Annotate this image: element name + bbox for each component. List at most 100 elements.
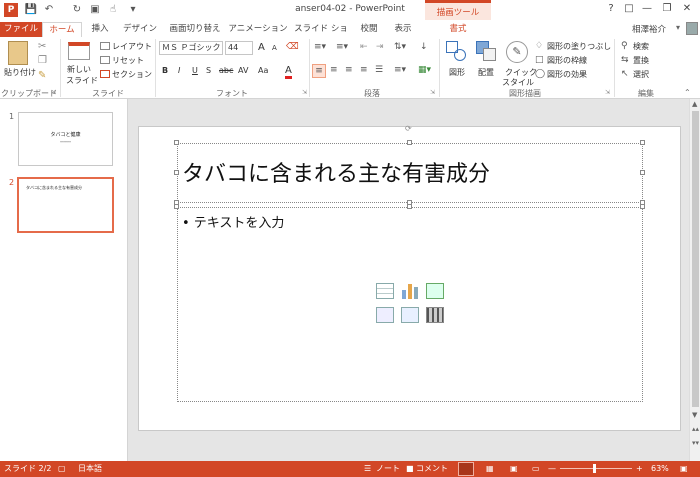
paste-icon[interactable] <box>8 41 28 65</box>
select-icon[interactable]: ↖ <box>621 69 629 79</box>
paste-button-label[interactable]: 貼り付け <box>4 67 36 78</box>
user-name[interactable]: 相澤裕介 <box>632 23 666 35</box>
layout-icon[interactable] <box>100 42 110 50</box>
grow-font-button[interactable]: A <box>258 42 265 53</box>
shapes-icon[interactable] <box>446 41 468 63</box>
quick-styles-icon[interactable]: ✎ <box>506 41 528 63</box>
columns-icon[interactable]: ☰ <box>375 65 383 75</box>
tab-animations[interactable]: アニメーション <box>228 22 288 37</box>
scroll-up-icon[interactable]: ▲ <box>692 100 697 108</box>
resize-handle[interactable] <box>174 204 179 209</box>
new-slide-icon[interactable] <box>68 42 90 60</box>
new-slide-label-1[interactable]: 新しい <box>67 64 91 75</box>
slide-thumbnail-2[interactable]: タバコに含まれる主な有害成分 <box>17 177 114 233</box>
replace-icon[interactable]: ⇆ <box>621 55 629 65</box>
shapes-button[interactable]: 図形 <box>449 67 465 78</box>
next-slide-icon[interactable]: ▾▾ <box>692 439 699 447</box>
slide-title[interactable]: タバコに含まれる主な有害成分 <box>182 156 490 188</box>
tab-transitions[interactable]: 画面切り替え <box>164 22 226 37</box>
content-placeholder[interactable]: • テキストを入力 <box>177 207 643 402</box>
change-case-button[interactable]: Aa <box>258 66 268 75</box>
shape-fill-icon[interactable]: ♢ <box>535 41 543 51</box>
insert-smartart-icon[interactable] <box>426 283 444 299</box>
tab-review[interactable]: 校閲 <box>354 22 384 37</box>
insert-video-icon[interactable] <box>426 307 444 323</box>
restore-icon[interactable]: ❐ <box>660 2 674 16</box>
tab-design[interactable]: デザイン <box>118 22 162 37</box>
insert-picture-icon[interactable] <box>376 307 394 323</box>
tab-slideshow[interactable]: スライド ショー <box>290 22 352 49</box>
ribbon-display-options-icon[interactable]: □ <box>622 2 636 16</box>
slide-sorter-icon[interactable]: ▦ <box>486 463 494 475</box>
tab-file[interactable]: ファイル <box>0 22 42 37</box>
character-spacing-button[interactable]: AV <box>238 66 248 75</box>
rotate-handle-icon[interactable]: ⟳ <box>405 124 412 133</box>
shape-effects-button[interactable]: 図形の効果 <box>547 69 587 80</box>
new-slide-label-2[interactable]: スライド <box>66 75 98 86</box>
scroll-thumb[interactable] <box>692 111 699 407</box>
layout-button[interactable]: レイアウト <box>112 41 152 52</box>
resize-handle[interactable] <box>640 170 645 175</box>
zoom-in-icon[interactable]: + <box>636 463 643 475</box>
strikethrough-button[interactable]: abc <box>219 66 233 75</box>
justify-icon[interactable]: ≡ <box>360 65 368 75</box>
slideshow-icon[interactable]: ▭ <box>532 463 540 475</box>
close-icon[interactable]: ✕ <box>680 2 694 16</box>
font-color-button[interactable]: A <box>285 65 292 79</box>
align-right-icon[interactable]: ≡ <box>345 65 353 75</box>
shape-fill-button[interactable]: 図形の塗りつぶし <box>547 41 611 52</box>
shadow-button[interactable]: S <box>206 66 211 75</box>
paragraph-launcher-icon[interactable]: ⇲ <box>430 89 435 96</box>
notes-button[interactable]: ノート <box>376 463 400 475</box>
bold-button[interactable]: B <box>162 66 168 75</box>
body-text[interactable]: • テキストを入力 <box>182 212 284 231</box>
slide-thumbnail-1[interactable]: タバコと健康 ━━━━━━ <box>18 112 113 166</box>
slide-canvas[interactable]: タバコに含まれる主な有害成分 ⟳ • テキストを入力 <box>138 124 681 431</box>
shape-outline-button[interactable]: 図形の枠線 <box>547 55 587 66</box>
smartart-icon[interactable]: ▦▾ <box>418 65 431 75</box>
previous-slide-icon[interactable]: ▴▴ <box>692 425 699 433</box>
clear-formatting-icon[interactable]: ⌫ <box>286 42 299 52</box>
quick-styles-label-2[interactable]: スタイル <box>502 77 534 88</box>
increase-indent-icon[interactable]: ⇥ <box>376 42 384 52</box>
align-center-icon[interactable]: ≡ <box>330 65 338 75</box>
resize-handle[interactable] <box>640 204 645 209</box>
find-button[interactable]: 検索 <box>633 41 649 52</box>
format-painter-icon[interactable]: ✎ <box>38 70 46 81</box>
decrease-indent-icon[interactable]: ⇤ <box>360 42 368 52</box>
normal-view-icon[interactable] <box>458 462 474 476</box>
shape-outline-icon[interactable]: □ <box>535 55 544 65</box>
resize-handle[interactable] <box>407 140 412 145</box>
reset-button[interactable]: リセット <box>112 55 144 66</box>
vertical-scrollbar[interactable]: ▲ ▼ ▴▴ ▾▾ <box>689 99 700 461</box>
shape-effects-icon[interactable]: ◯ <box>535 69 545 79</box>
align-text-icon[interactable]: ≡▾ <box>394 65 406 75</box>
spellcheck-icon[interactable]: ▢ <box>58 463 66 475</box>
insert-chart-icon[interactable] <box>401 283 419 299</box>
italic-button[interactable]: I <box>178 66 180 75</box>
resize-handle[interactable] <box>640 140 645 145</box>
language-indicator[interactable]: 日本語 <box>78 463 102 475</box>
collapse-ribbon-icon[interactable]: ⌃ <box>684 88 691 97</box>
zoom-out-icon[interactable]: — <box>548 463 556 475</box>
replace-button[interactable]: 置換 <box>633 55 649 66</box>
comments-icon[interactable]: ■ <box>406 463 414 475</box>
reading-view-icon[interactable]: ▣ <box>510 463 518 475</box>
insert-online-picture-icon[interactable] <box>401 307 419 323</box>
text-direction-icon[interactable]: ↓ <box>420 42 428 52</box>
tab-home[interactable]: ホーム <box>42 22 82 37</box>
section-icon[interactable] <box>100 70 110 78</box>
fit-to-window-icon[interactable]: ▣ <box>680 463 688 475</box>
user-dropdown-icon[interactable]: ▾ <box>676 23 680 32</box>
comments-button[interactable]: コメント <box>416 463 448 475</box>
tab-view[interactable]: 表示 <box>386 22 420 37</box>
arrange-button[interactable]: 配置 <box>478 67 494 78</box>
title-placeholder[interactable]: タバコに含まれる主な有害成分 <box>177 143 643 203</box>
find-icon[interactable]: ⚲ <box>621 41 628 51</box>
zoom-slider[interactable] <box>560 464 632 473</box>
align-left-icon[interactable]: ≡ <box>312 64 326 78</box>
font-size-field[interactable]: 44 <box>225 41 253 55</box>
resize-handle[interactable] <box>174 140 179 145</box>
notes-icon[interactable]: ☰ <box>364 463 371 475</box>
drawing-launcher-icon[interactable]: ⇲ <box>605 89 610 96</box>
